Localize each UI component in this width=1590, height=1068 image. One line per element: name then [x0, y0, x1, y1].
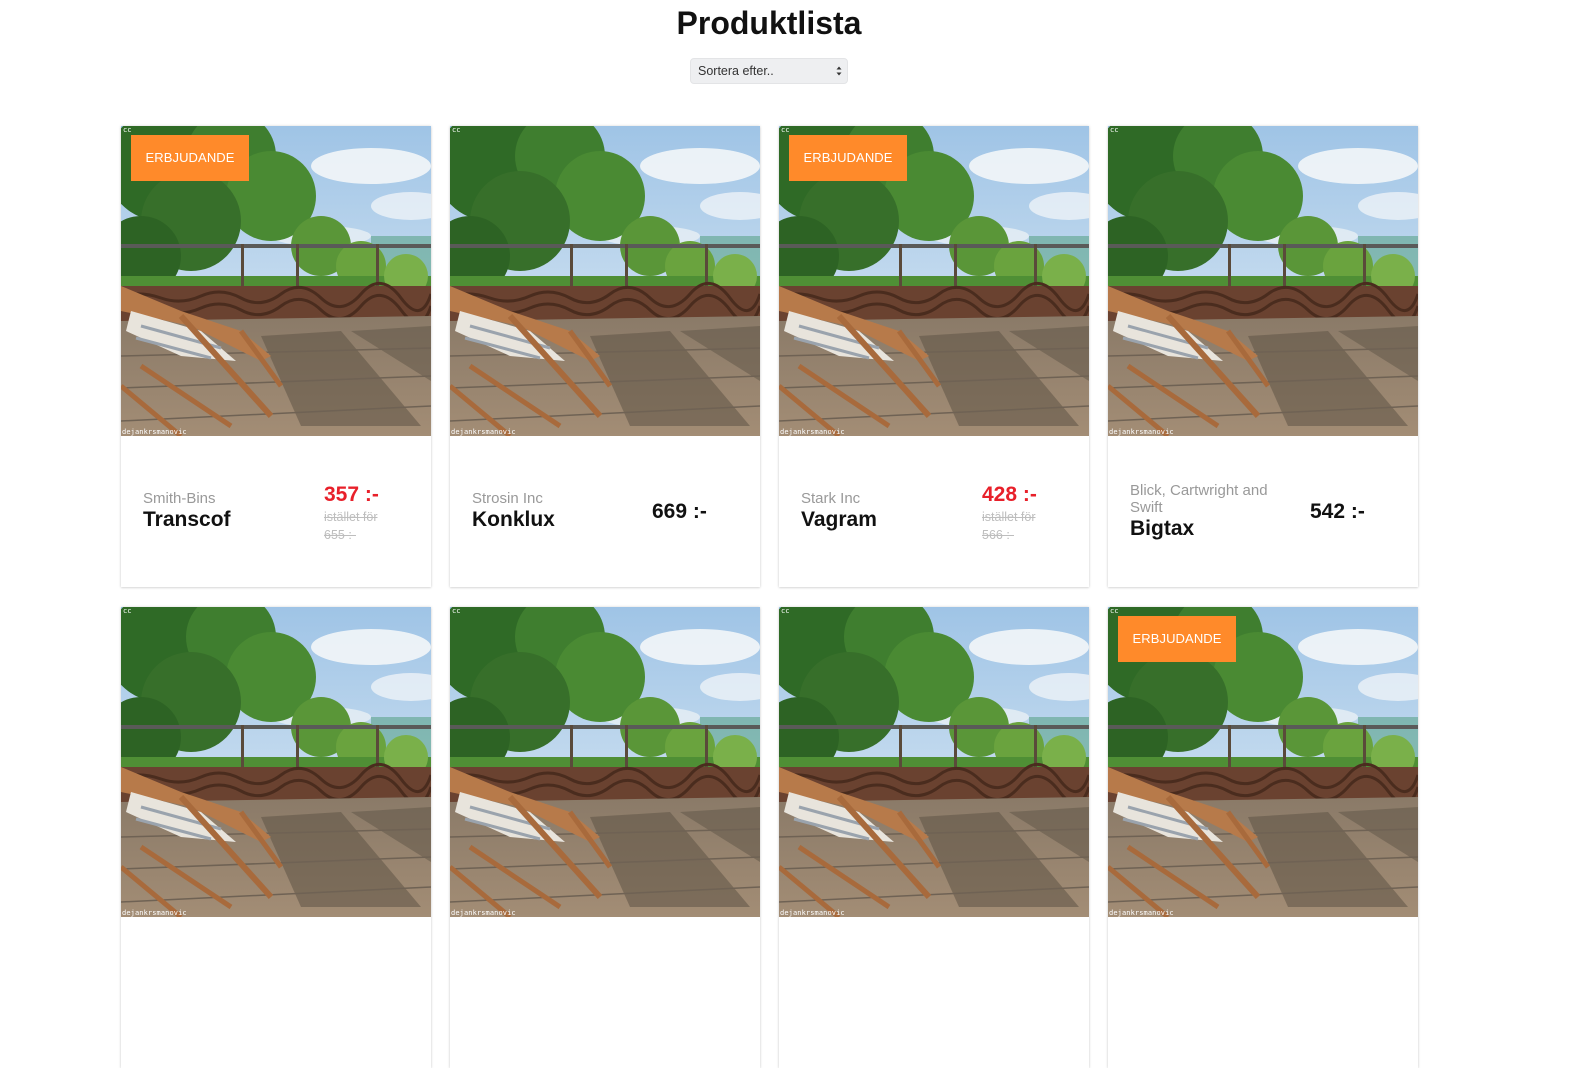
product-image[interactable]: cc dejankrsmanovic ERBJUDANDE: [121, 126, 431, 436]
image-credit: dejankrsmanovic: [1109, 909, 1174, 917]
image-credit: dejankrsmanovic: [780, 428, 845, 436]
product-info: [1108, 917, 1418, 1068]
product-image[interactable]: cc dejankrsmanovic ERBJUDANDE: [779, 126, 1089, 436]
original-price: istället för 566 :-: [982, 510, 1036, 542]
product-photo: [450, 607, 760, 917]
price-block: 428 :- istället för 566 :-: [982, 436, 1072, 587]
product-info: [779, 917, 1089, 1068]
sale-price: 357 :-: [324, 483, 379, 506]
offer-badge: ERBJUDANDE: [1118, 616, 1236, 662]
product-photo: [121, 607, 431, 917]
image-cc-mark: cc: [1110, 607, 1119, 615]
product-image[interactable]: cc dejankrsmanovic: [779, 607, 1089, 917]
product-image[interactable]: cc dejankrsmanovic: [121, 607, 431, 917]
product-info: [121, 917, 431, 1068]
product-card[interactable]: cc dejankrsmanovic: [779, 607, 1089, 1068]
product-card[interactable]: cc dejankrsmanovic ERBJUDANDE Stark Inc Vagr…: [779, 126, 1089, 587]
product-name[interactable]: Vagram: [801, 507, 961, 533]
product-card[interactable]: cc dejankrsmanovic: [450, 607, 760, 1068]
product-card[interactable]: cc dejankrsmanovic ERBJUDANDE Smith-Bins Tra…: [121, 126, 431, 587]
sale-price: 428 :-: [982, 483, 1037, 506]
select-arrows-icon: [836, 66, 842, 76]
offer-badge: ERBJUDANDE: [131, 135, 249, 181]
sort-select-value: Sortera efter..: [698, 64, 774, 78]
image-cc-mark: cc: [452, 607, 461, 615]
product-card[interactable]: cc dejankrsmanovic: [121, 607, 431, 1068]
image-cc-mark: cc: [781, 607, 790, 615]
image-cc-mark: cc: [123, 126, 132, 134]
product-card[interactable]: cc dejankrsmanovic Strosin Inc Konklux 669 :…: [450, 126, 760, 587]
product-photo: [779, 607, 1089, 917]
company-name: Blick, Cartwright and Swift: [1130, 481, 1268, 516]
image-credit: dejankrsmanovic: [122, 428, 187, 436]
product-name-block: Blick, Cartwright and Swift Bigtax: [1130, 436, 1290, 587]
sort-select[interactable]: Sortera efter..: [690, 58, 848, 84]
product-name-block: Stark Inc Vagram: [801, 436, 961, 587]
product-info: Strosin Inc Konklux 669 :-: [450, 436, 760, 587]
product-image[interactable]: cc dejankrsmanovic: [450, 607, 760, 917]
image-credit: dejankrsmanovic: [451, 909, 516, 917]
image-credit: dejankrsmanovic: [122, 909, 187, 917]
company-name: Strosin Inc: [472, 490, 543, 507]
image-credit: dejankrsmanovic: [780, 909, 845, 917]
product-info: Smith-Bins Transcof 357 :- istället för 655…: [121, 436, 431, 587]
image-credit: dejankrsmanovic: [451, 428, 516, 436]
product-grid: cc dejankrsmanovic ERBJUDANDE Smith-Bins Tra…: [121, 126, 1419, 1068]
image-cc-mark: cc: [781, 126, 790, 134]
company-name: Smith-Bins: [143, 490, 216, 507]
product-photo: [450, 126, 760, 436]
product-image[interactable]: cc dejankrsmanovic: [1108, 126, 1418, 436]
page-title: Produktlista: [676, 5, 862, 41]
product-image[interactable]: cc dejankrsmanovic: [450, 126, 760, 436]
product-name-block: Strosin Inc Konklux: [472, 436, 632, 587]
image-cc-mark: cc: [1110, 126, 1119, 134]
product-card[interactable]: cc dejankrsmanovic ERBJUDANDE: [1108, 607, 1418, 1068]
price-block: 357 :- istället för 655 :-: [324, 436, 414, 587]
image-cc-mark: cc: [452, 126, 461, 134]
company-name: Stark Inc: [801, 490, 861, 507]
product-info: [450, 917, 760, 1068]
original-price: istället för 655 :-: [324, 510, 378, 542]
price-block: 669 :-: [652, 436, 743, 587]
product-name[interactable]: Bigtax: [1130, 516, 1290, 542]
product-photo: [1108, 126, 1418, 436]
product-info: Stark Inc Vagram 428 :- istället för 566 :-: [779, 436, 1089, 587]
price-block: 542 :-: [1310, 436, 1401, 587]
product-name-block: Smith-Bins Transcof: [143, 436, 303, 587]
image-cc-mark: cc: [123, 607, 132, 615]
product-name[interactable]: Konklux: [472, 507, 632, 533]
product-info: Blick, Cartwright and Swift Bigtax 542 :-: [1108, 436, 1418, 587]
offer-badge: ERBJUDANDE: [789, 135, 907, 181]
price: 669 :-: [652, 499, 707, 523]
product-card[interactable]: cc dejankrsmanovic Blick, Cartwright and S…: [1108, 126, 1418, 587]
product-image[interactable]: cc dejankrsmanovic ERBJUDANDE: [1108, 607, 1418, 917]
image-credit: dejankrsmanovic: [1109, 428, 1174, 436]
price: 542 :-: [1310, 499, 1365, 523]
product-name[interactable]: Transcof: [143, 507, 303, 533]
